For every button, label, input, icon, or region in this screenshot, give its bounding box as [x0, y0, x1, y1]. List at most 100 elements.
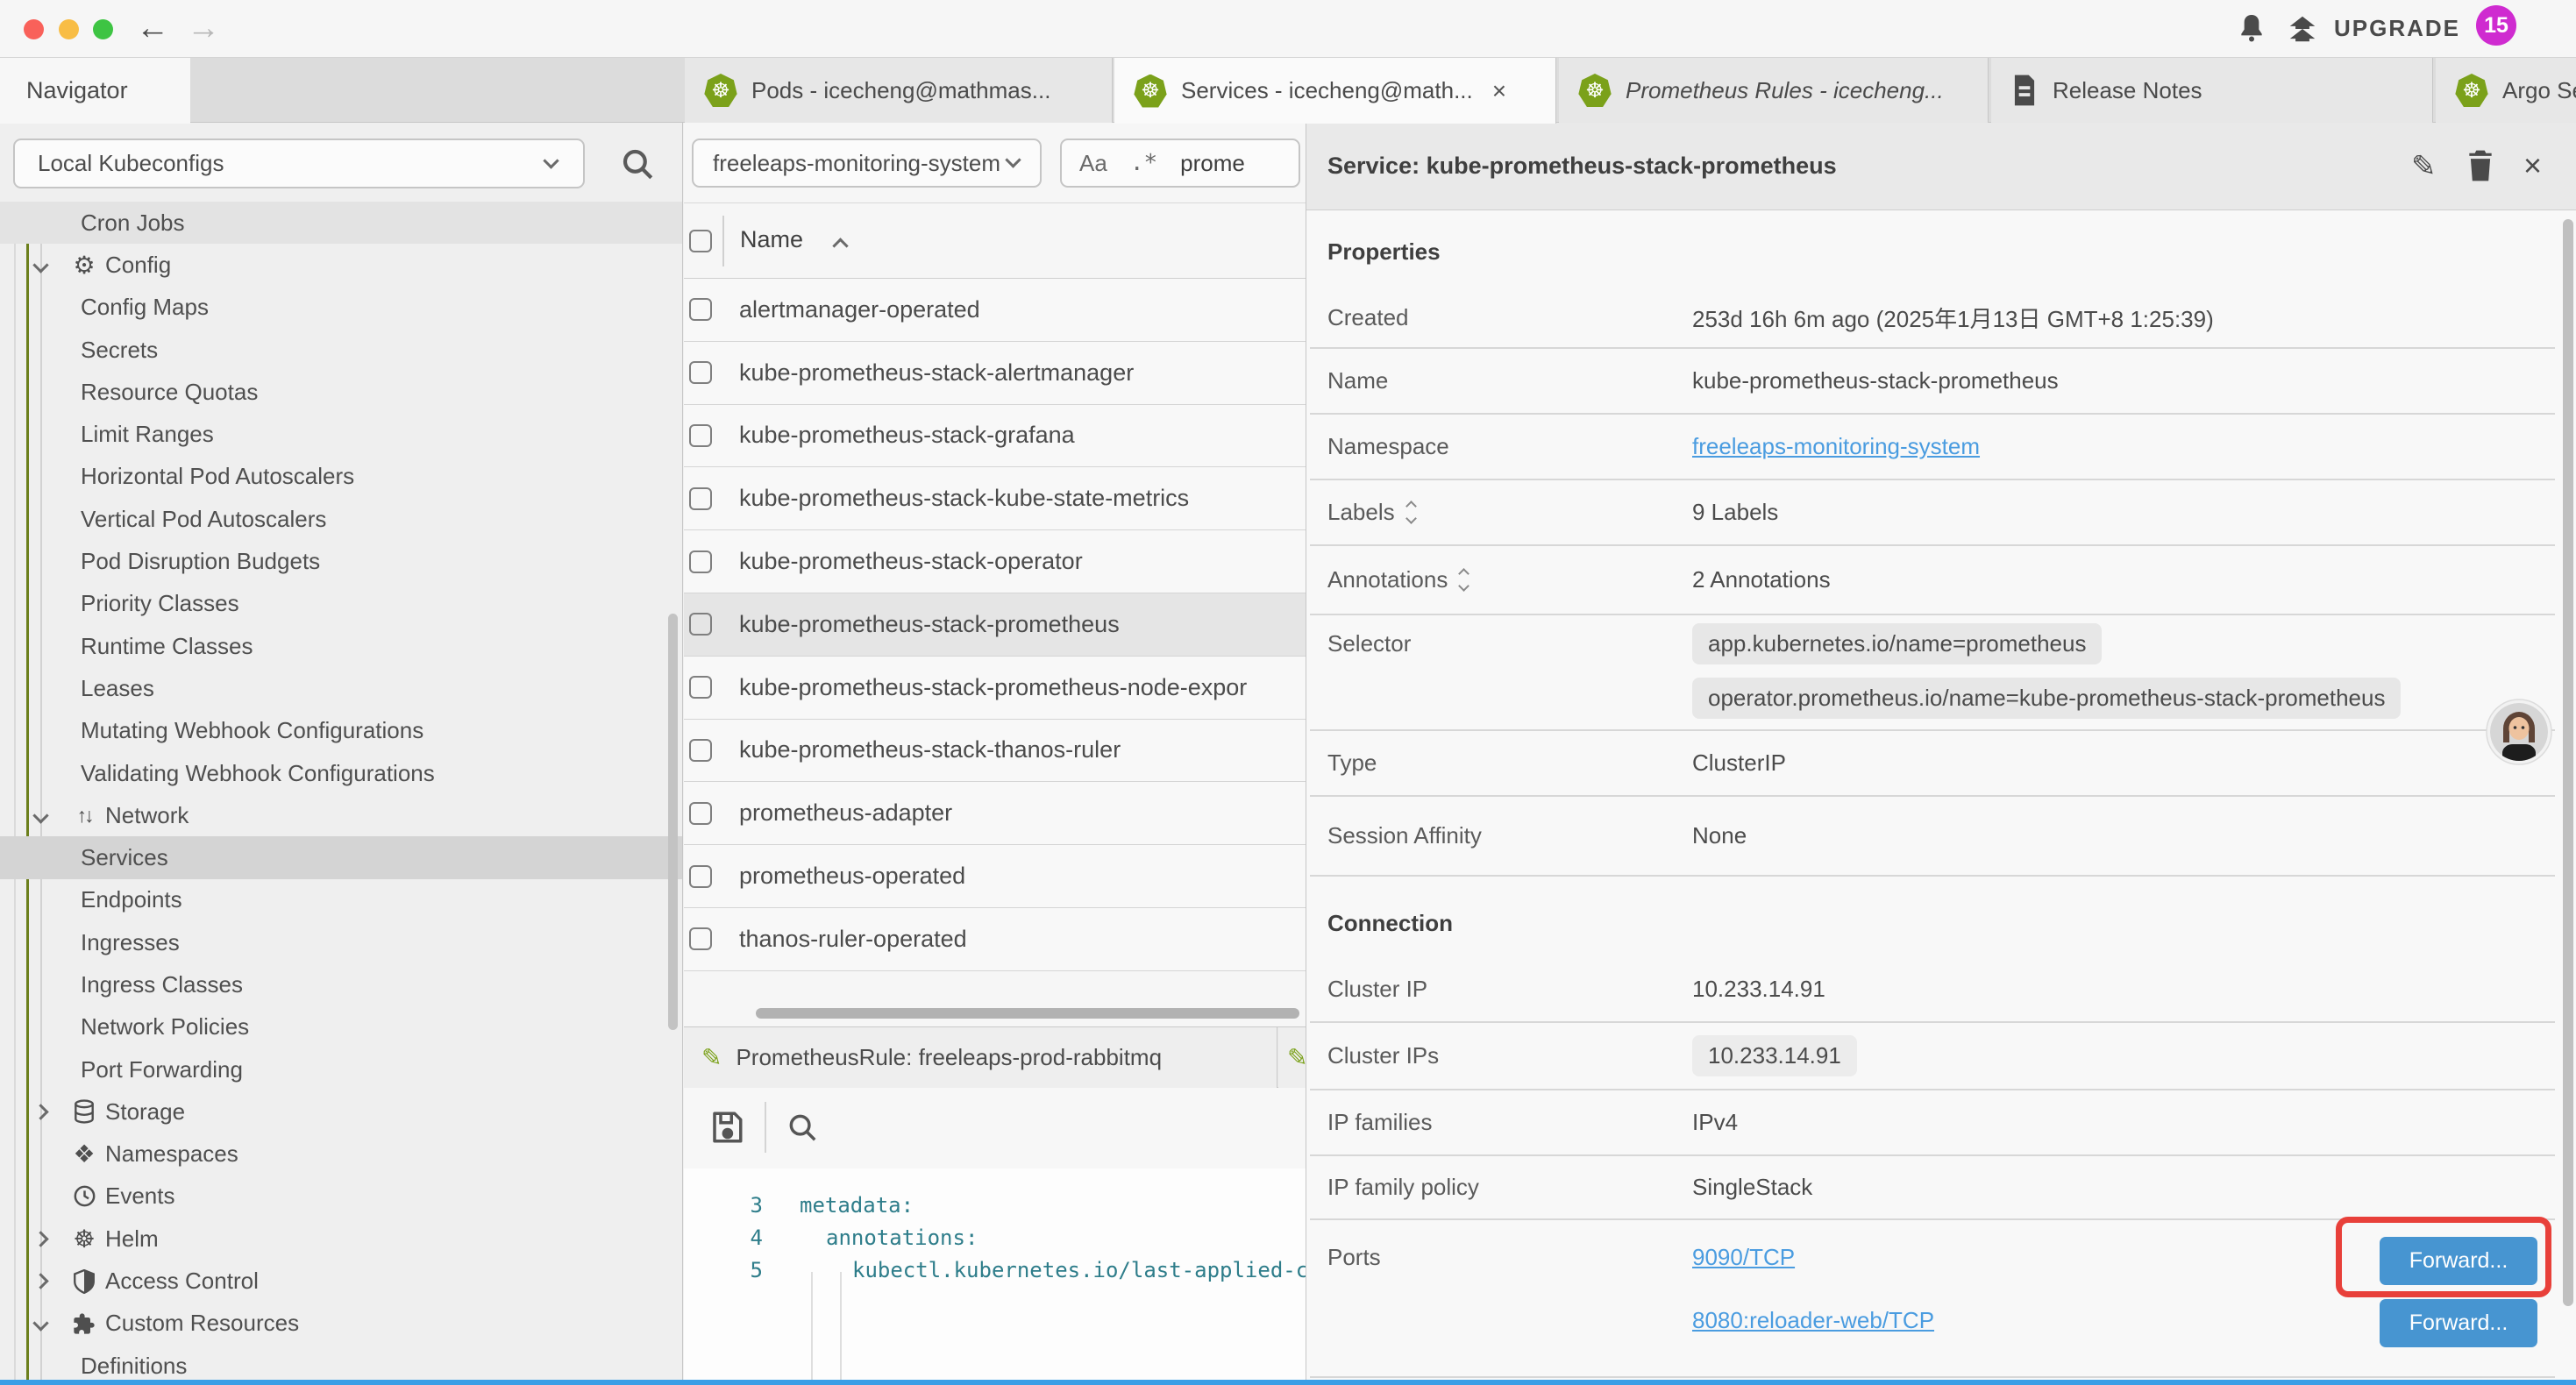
regex-icon[interactable]: .* [1130, 150, 1157, 176]
tab-prometheus-rules[interactable]: ☸ Prometheus Rules - icecheng... [1559, 58, 1989, 123]
tree-item-events[interactable]: Events [0, 1175, 683, 1218]
tree-item-priority-classes[interactable]: Priority Classes [0, 583, 683, 625]
namespace-link[interactable]: freeleaps-monitoring-system [1692, 433, 1980, 460]
tree-item-limit-ranges[interactable]: Limit Ranges [0, 413, 683, 455]
table-row[interactable]: kube-prometheus-stack-operator [684, 530, 1306, 593]
tree-item-resource-quotas[interactable]: Resource Quotas [0, 371, 683, 413]
port-link[interactable]: 9090/TCP [1692, 1244, 1795, 1271]
detail-row-cluster-ip: Cluster IP 10.233.14.91 [1327, 957, 2546, 1020]
save-icon[interactable] [708, 1109, 745, 1146]
tab-label: Services - icecheng@math... [1181, 77, 1473, 104]
tree-item-access-control[interactable]: Access Control [0, 1260, 683, 1302]
kubeconfig-context-select[interactable]: Local Kubeconfigs [13, 138, 585, 188]
tab-pods[interactable]: ☸ Pods - icecheng@mathmas... [685, 58, 1113, 123]
tree-item-horizontal-pod-autoscalers[interactable]: Horizontal Pod Autoscalers [0, 456, 683, 498]
table-row[interactable]: kube-prometheus-stack-alertmanager [684, 342, 1306, 405]
tree-item-network-policies[interactable]: Network Policies [0, 1006, 683, 1048]
expand-collapse-icon[interactable] [1460, 570, 1468, 590]
close-tab-icon[interactable]: × [1492, 77, 1506, 105]
tree-item-namespaces[interactable]: ❖ Namespaces [0, 1133, 683, 1175]
table-row[interactable]: kube-prometheus-stack-prometheus-node-ex… [684, 657, 1306, 720]
column-header-name[interactable]: Name [740, 226, 803, 253]
row-checkbox[interactable] [689, 676, 712, 699]
upgrade-icon[interactable] [2285, 12, 2320, 46]
delete-trash-icon[interactable] [2466, 149, 2495, 182]
table-row[interactable]: kube-prometheus-stack-grafana [684, 405, 1306, 468]
forward-port-button-2[interactable]: Forward... [2380, 1299, 2537, 1347]
tree-item-pod-disruption-budgets[interactable]: Pod Disruption Budgets [0, 540, 683, 582]
tab-release-notes[interactable]: Release Notes [1991, 58, 2433, 123]
annotation-highlight-box [2336, 1217, 2551, 1297]
row-checkbox[interactable] [689, 802, 712, 825]
notification-count-badge[interactable]: 15 [2476, 5, 2516, 46]
tree-item-port-forwarding[interactable]: Port Forwarding [0, 1048, 683, 1090]
detail-scrollbar[interactable] [2563, 219, 2573, 1306]
table-row[interactable]: prometheus-operated [684, 845, 1306, 908]
tree-item-mutating-webhook-configurations[interactable]: Mutating Webhook Configurations [0, 710, 683, 752]
tree-item-config[interactable]: ⚙ Config [0, 244, 683, 286]
upgrade-label[interactable]: UPGRADE [2334, 15, 2460, 42]
edit-pencil-icon[interactable]: ✎ [2411, 149, 2437, 184]
match-case-icon[interactable]: Aa [1079, 150, 1107, 177]
row-checkbox[interactable] [689, 550, 712, 573]
row-checkbox[interactable] [689, 739, 712, 762]
search-input[interactable]: Aa .* prome [1060, 138, 1300, 188]
yaml-editor[interactable]: 3 metadata: 4 annotations: 5 kubectl.kub… [684, 1168, 1306, 1380]
row-checkbox[interactable] [689, 424, 712, 447]
tab-argo[interactable]: ☸ Argo Se [2436, 58, 2576, 123]
tab-navigator[interactable]: Navigator [0, 58, 190, 124]
tree-item-vertical-pod-autoscalers[interactable]: Vertical Pod Autoscalers [0, 498, 683, 540]
detail-row-cluster-ips: Cluster IPs 10.233.14.91 [1327, 1023, 2546, 1088]
close-panel-icon[interactable]: × [2523, 147, 2542, 184]
tree-item-endpoints[interactable]: Endpoints [0, 879, 683, 921]
avatar[interactable] [2486, 699, 2552, 765]
maximize-button[interactable] [93, 19, 113, 39]
tree-item-services[interactable]: Services [0, 836, 683, 878]
detail-row-labels: Labels 9 Labels [1327, 480, 2546, 543]
code-line: annotations: [826, 1225, 978, 1250]
tree-item-ingress-classes[interactable]: Ingress Classes [0, 963, 683, 1005]
port-link[interactable]: 8080:reloader-web/TCP [1692, 1307, 1934, 1334]
editor-search-icon[interactable] [786, 1111, 819, 1144]
table-row[interactable]: prometheus-adapter [684, 782, 1306, 845]
table-row-selected[interactable]: kube-prometheus-stack-prometheus [684, 593, 1306, 657]
tree-item-custom-resources[interactable]: Custom Resources [0, 1303, 683, 1345]
select-all-checkbox[interactable] [689, 230, 712, 252]
namespace-filter-select[interactable]: freeleaps-monitoring-system [692, 138, 1042, 188]
kubernetes-icon: ☸ [704, 74, 737, 107]
row-checkbox[interactable] [689, 487, 712, 510]
notifications-bell-icon[interactable] [2234, 11, 2269, 46]
close-button[interactable] [24, 19, 44, 39]
tree-item-config-maps[interactable]: Config Maps [0, 287, 683, 329]
table-row[interactable]: thanos-ruler-operated [684, 908, 1306, 971]
row-checkbox[interactable] [689, 865, 712, 888]
tree-item-cron-jobs[interactable]: Cron Jobs [0, 202, 683, 244]
tree-item-network[interactable]: ↑↓ Network [0, 794, 683, 836]
row-checkbox[interactable] [689, 361, 712, 384]
tree-item-leases[interactable]: Leases [0, 667, 683, 709]
tree-item-storage[interactable]: Storage [0, 1090, 683, 1133]
search-icon[interactable] [619, 146, 656, 182]
tree-item-helm[interactable]: ☸ Helm [0, 1218, 683, 1260]
editor-tab-partial[interactable]: ✎ [1278, 1027, 1306, 1088]
table-row[interactable]: kube-prometheus-stack-thanos-ruler [684, 720, 1306, 783]
forward-arrow-icon[interactable]: → [187, 11, 220, 46]
horizontal-scrollbar[interactable] [684, 1006, 1306, 1020]
tab-services[interactable]: ☸ Services - icecheng@math... × [1114, 58, 1556, 124]
tree-item-ingresses[interactable]: Ingresses [0, 921, 683, 963]
tree-item-definitions[interactable]: Definitions [0, 1345, 683, 1380]
back-arrow-icon[interactable]: ← [136, 11, 169, 46]
row-checkbox[interactable] [689, 298, 712, 321]
expand-collapse-icon[interactable] [1407, 502, 1415, 522]
table-row[interactable]: alertmanager-operated [684, 279, 1306, 342]
navigator-scrollbar[interactable] [668, 614, 678, 1030]
updown-arrows-icon: ↑↓ [65, 804, 103, 827]
tree-item-validating-webhook-configurations[interactable]: Validating Webhook Configurations [0, 752, 683, 794]
table-row[interactable]: kube-prometheus-stack-kube-state-metrics [684, 467, 1306, 530]
row-checkbox[interactable] [689, 927, 712, 950]
row-checkbox[interactable] [689, 613, 712, 636]
editor-tab-prometheusrule[interactable]: ✎ PrometheusRule: freeleaps-prod-rabbitm… [684, 1027, 1277, 1088]
tree-item-runtime-classes[interactable]: Runtime Classes [0, 625, 683, 667]
minimize-button[interactable] [59, 19, 79, 39]
tree-item-secrets[interactable]: Secrets [0, 329, 683, 371]
